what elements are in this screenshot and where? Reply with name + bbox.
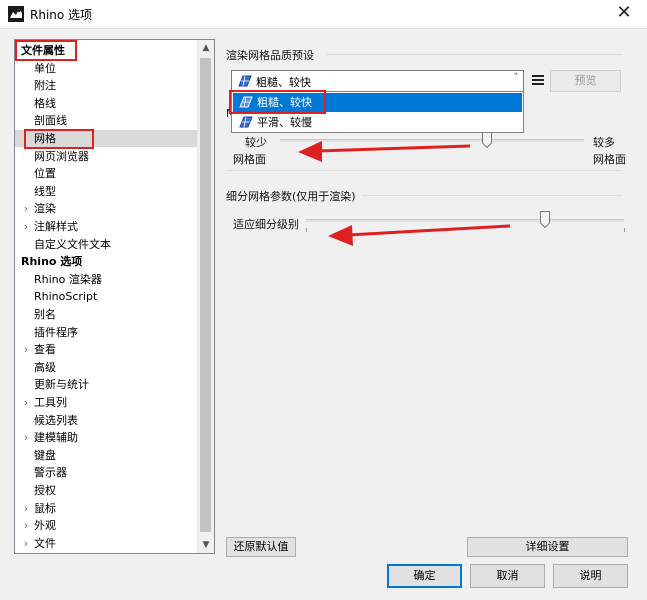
tree-item-label: 线型 bbox=[34, 184, 56, 198]
tree-item-label: 别名 bbox=[34, 308, 56, 321]
scroll-up-icon[interactable]: ▲ bbox=[198, 40, 214, 56]
details-button[interactable]: 详细设置 bbox=[467, 537, 628, 557]
tree-item-label: 文件 bbox=[34, 536, 56, 550]
preview-button[interactable]: 预览 bbox=[550, 70, 621, 92]
tree-item-label: 网页浏览器 bbox=[34, 149, 89, 163]
tree-item-label: RhinoScript bbox=[34, 290, 98, 304]
rhino-app-icon bbox=[8, 6, 24, 22]
tree-item-label: 候选列表 bbox=[34, 413, 78, 427]
tree-item-label: 工具列 bbox=[34, 396, 67, 409]
slider-right-label-top: 较多 bbox=[593, 136, 615, 149]
tree-item-label: 高级 bbox=[34, 360, 56, 374]
tree-item-label: 剖面线 bbox=[34, 114, 67, 128]
title-bar: Rhino 选项 ✕ bbox=[0, 0, 647, 29]
tree-item-label: 插件程序 bbox=[34, 325, 78, 339]
mesh-icon bbox=[239, 116, 253, 128]
chevron-right-icon[interactable]: › bbox=[21, 200, 31, 217]
mesh-icon bbox=[238, 75, 252, 87]
dropdown-option-label: 粗糙、较快 bbox=[257, 96, 312, 109]
tree-item-label: 自定义文件文本 bbox=[34, 237, 111, 251]
tree-item-label: 文件属性 bbox=[21, 44, 65, 57]
hamburger-menu-icon[interactable] bbox=[531, 73, 545, 87]
tree-item-label: 格线 bbox=[34, 96, 56, 110]
cancel-button[interactable]: 取消 bbox=[470, 564, 545, 588]
ok-button[interactable]: 确定 bbox=[387, 564, 462, 588]
render-mesh-section-title: 渲染网格品质预设 bbox=[226, 49, 314, 62]
tree-item-label: 键盘 bbox=[34, 448, 56, 462]
options-tree: 文件属性 单位 附注 格线 剖面线 网格 网页浏览器 位置 线型 › 渲染 › 注解样式 自定义文件文本 R… bbox=[14, 39, 215, 554]
window-title: Rhino 选项 bbox=[30, 8, 93, 22]
scroll-down-icon[interactable]: ▼ bbox=[198, 537, 214, 553]
chevron-down-icon[interactable]: ˅ bbox=[514, 73, 519, 83]
mesh-slider-thumb[interactable] bbox=[481, 131, 492, 148]
tree-item-label: 单位 bbox=[34, 61, 56, 75]
tree-scrollbar[interactable]: ▲ ▼ bbox=[197, 40, 214, 553]
section-divider bbox=[226, 170, 622, 171]
dropdown-option-smooth[interactable]: 平滑、较慢 bbox=[233, 113, 522, 132]
mesh-quality-combobox[interactable]: 粗糙、较快 ˅ bbox=[231, 70, 524, 92]
slider-right-label-bottom: 网格面 bbox=[593, 153, 626, 166]
chevron-right-icon[interactable]: › bbox=[21, 517, 31, 534]
chevron-right-icon[interactable]: › bbox=[21, 394, 31, 411]
tree-item-label: 外观 bbox=[34, 519, 56, 533]
scroll-thumb[interactable] bbox=[200, 58, 211, 532]
chevron-right-icon[interactable]: › bbox=[21, 218, 31, 235]
subdivision-level-slider[interactable] bbox=[306, 219, 624, 222]
mesh-quality-dropdown-list: 粗糙、较快 平滑、较慢 bbox=[231, 91, 524, 133]
help-button[interactable]: 说明 bbox=[553, 564, 628, 588]
tree-item-label: 鼠标 bbox=[34, 501, 56, 515]
tree-item-label: 查看 bbox=[34, 343, 56, 357]
tree-item-label: 位置 bbox=[34, 167, 56, 181]
tree-item-label: 警示器 bbox=[34, 466, 67, 480]
section-divider bbox=[362, 195, 622, 196]
slider-tick bbox=[306, 228, 307, 232]
subdivision-section-title: 细分网格参数(仅用于渲染) bbox=[226, 190, 356, 203]
slider-left-label-bottom: 网格面 bbox=[233, 153, 266, 166]
chevron-right-icon[interactable]: › bbox=[21, 535, 31, 552]
slider-tick bbox=[624, 228, 625, 232]
chevron-right-icon[interactable]: › bbox=[21, 500, 31, 517]
tree-item-label: 更新与统计 bbox=[34, 378, 89, 392]
tree-item-label: 附注 bbox=[34, 79, 56, 93]
tree-item-label: 建模辅助 bbox=[34, 431, 78, 445]
section-divider bbox=[326, 54, 622, 55]
adaptive-subdivision-label: 适应细分级别 bbox=[233, 218, 299, 231]
mesh-density-slider[interactable] bbox=[280, 139, 584, 142]
tree-item-label: Rhino 选项 bbox=[21, 255, 83, 269]
tree-item[interactable]: 网格 bbox=[15, 130, 198, 147]
dropdown-option-coarse[interactable]: 粗糙、较快 bbox=[233, 93, 522, 112]
restore-defaults-button[interactable]: 还原默认值 bbox=[226, 537, 296, 557]
chevron-right-icon[interactable]: › bbox=[21, 429, 31, 446]
tree-item-label: 注解样式 bbox=[34, 220, 78, 233]
tree-item-label: 授权 bbox=[34, 484, 56, 497]
combobox-value: 粗糙、较快 bbox=[256, 76, 311, 89]
tree-item-label: 网格 bbox=[34, 132, 56, 145]
tree-item-label: Rhino 渲染器 bbox=[34, 272, 102, 286]
slider-left-label-top: 较少 bbox=[245, 136, 267, 149]
subdivision-slider-thumb[interactable] bbox=[539, 211, 550, 228]
dropdown-option-label: 平滑、较慢 bbox=[257, 116, 312, 129]
chevron-right-icon[interactable]: › bbox=[21, 341, 31, 358]
mesh-icon bbox=[239, 96, 253, 108]
close-icon[interactable]: ✕ bbox=[601, 0, 647, 28]
tree-item-label: 渲染 bbox=[34, 202, 56, 216]
